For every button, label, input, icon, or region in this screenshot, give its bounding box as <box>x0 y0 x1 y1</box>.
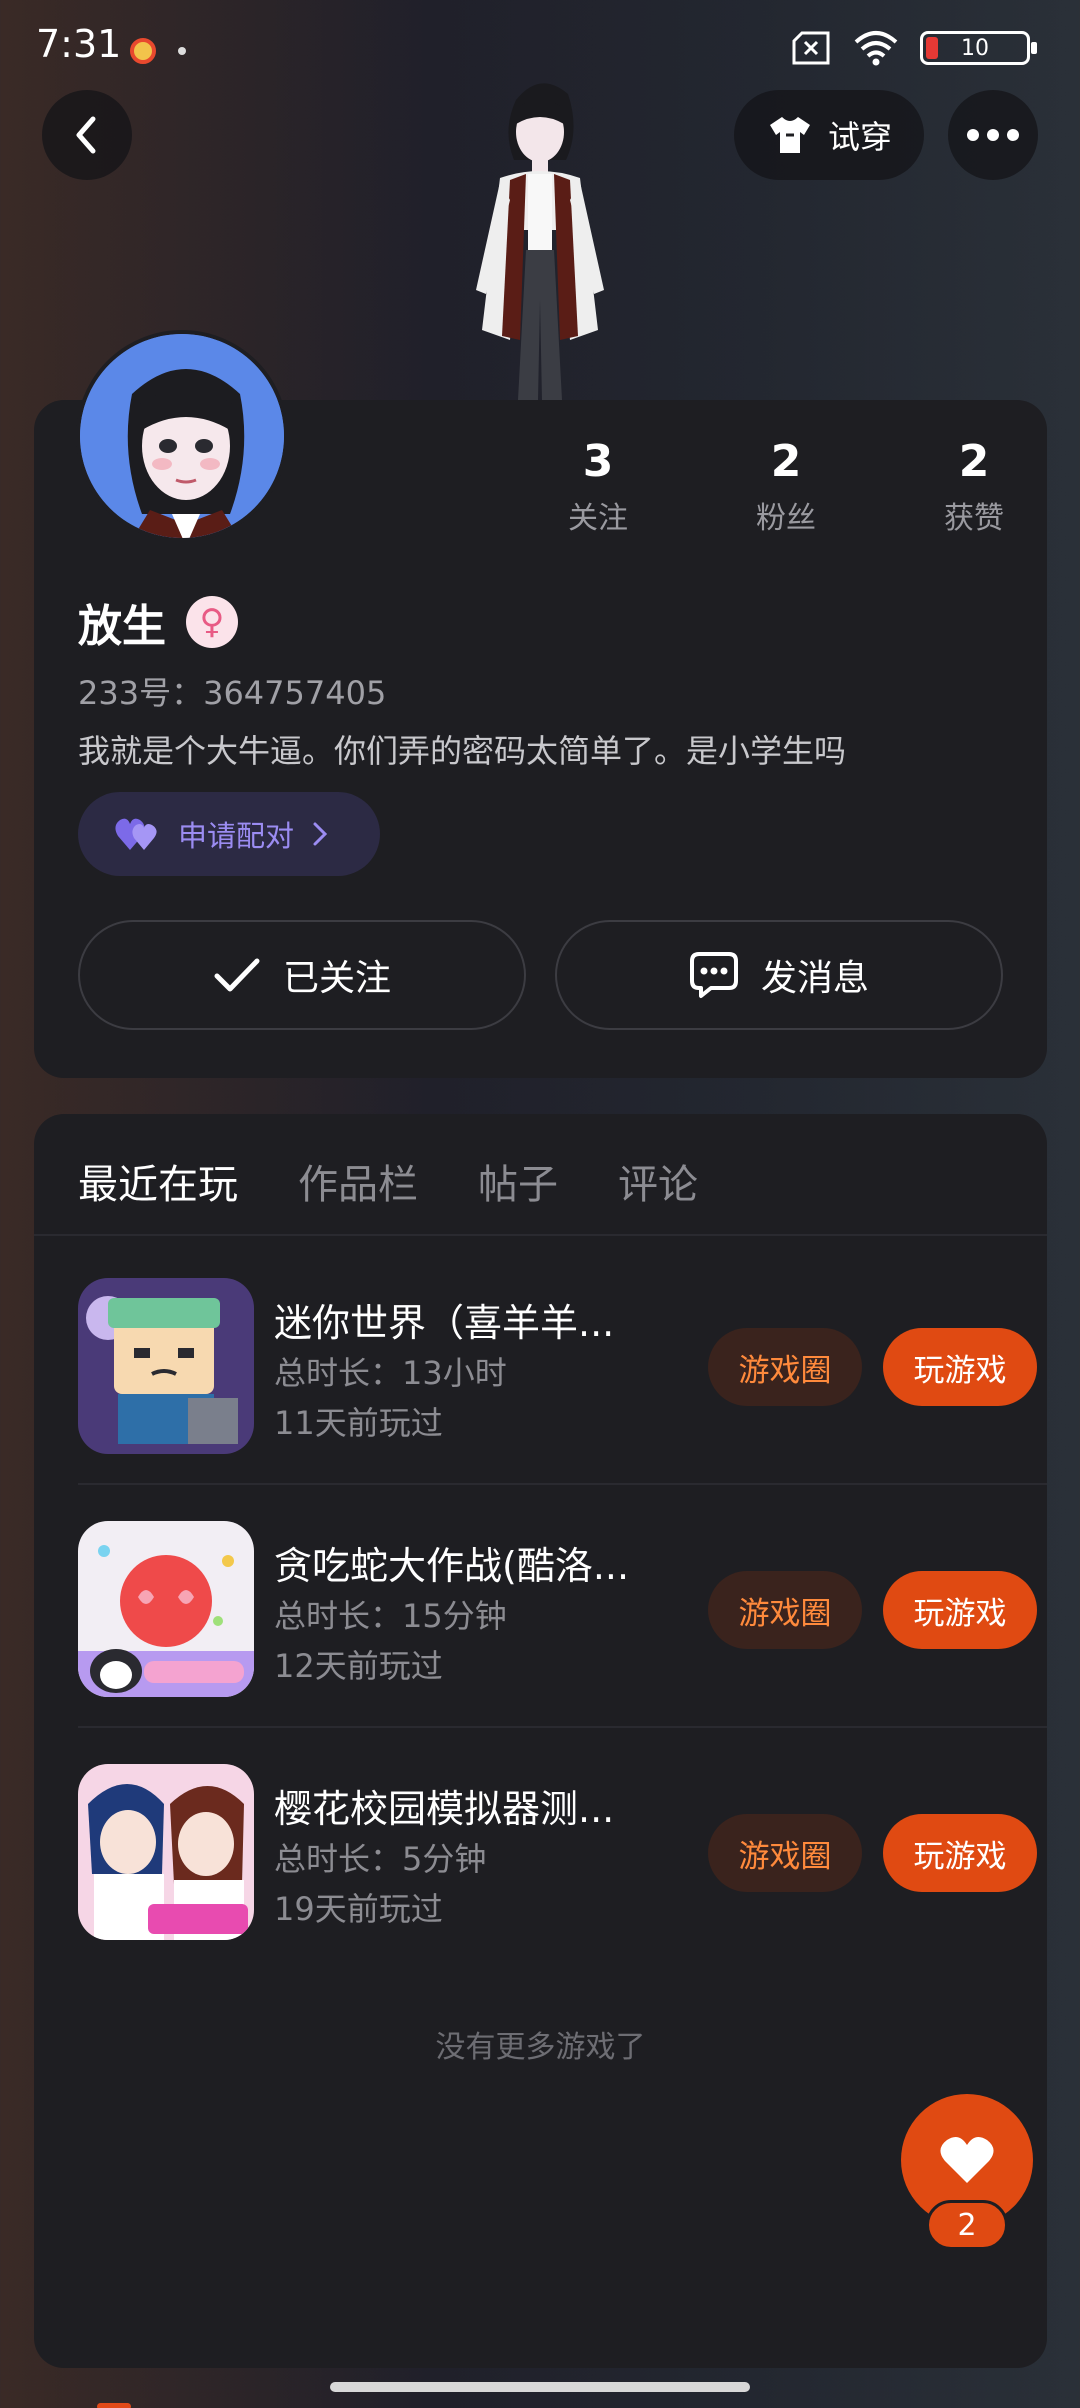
no-more-games: 没有更多游戏了 <box>435 2030 646 2065</box>
stat-likes[interactable]: 2 获赞 <box>880 436 1068 537</box>
game-duration: 总时长：5分钟 <box>274 1840 487 1878</box>
game-row[interactable]: 迷你世界（喜羊羊... 总时长：13小时 11天前玩过 游戏圈 玩游戏 <box>78 1242 1047 1485</box>
check-icon <box>214 958 260 992</box>
game-last-played: 19天前玩过 <box>274 1890 443 1928</box>
no-sim-icon <box>792 31 830 65</box>
profile-avatar[interactable] <box>76 330 288 542</box>
wifi-icon <box>854 31 898 66</box>
tab-comments[interactable]: 评论 <box>618 1152 698 1210</box>
sakura-school-game-art <box>78 1764 254 1940</box>
user-bio: 我就是个大牛逼。你们弄的密码太简单了。是小学生吗 <box>78 732 847 770</box>
mini-world-game-art <box>78 1278 254 1454</box>
notification-dot-icon <box>178 47 186 55</box>
tab-active-indicator <box>97 2403 131 2408</box>
game-circle-button[interactable]: 游戏圈 <box>708 1814 862 1892</box>
avatar-portrait <box>80 334 284 538</box>
stat-value: 3 <box>582 436 614 487</box>
message-button[interactable]: 发消息 <box>555 920 1003 1030</box>
heart-pair-icon <box>115 818 157 850</box>
followed-button[interactable]: 已关注 <box>78 920 526 1030</box>
game-circle-button[interactable]: 游戏圈 <box>708 1571 862 1649</box>
games-card: 最近在玩 作品栏 帖子 评论 迷你世界（喜羊羊... 总时长：13小时 11天前… <box>34 1114 1047 2408</box>
notification-app-icon <box>130 38 156 64</box>
game-title: 贪吃蛇大作战(酷洛... <box>274 1544 630 1588</box>
profile-card: 3 关注 2 粉丝 2 获赞 放生 ♀ 233号：364757405 我就是个大… <box>34 330 1047 1078</box>
game-row[interactable]: 樱花校园模拟器测... 总时长：5分钟 19天前玩过 游戏圈 玩游戏 <box>78 1728 1047 1971</box>
username: 放生 <box>78 601 166 652</box>
battery-level: 10 <box>961 35 989 61</box>
stat-label: 粉丝 <box>756 501 816 536</box>
stat-followers[interactable]: 2 粉丝 <box>692 436 880 537</box>
match-request-button[interactable]: 申请配对 <box>78 792 380 876</box>
back-button[interactable] <box>42 90 132 180</box>
snake-game-art <box>78 1521 254 1697</box>
stat-label: 关注 <box>568 501 628 536</box>
username-row: 放生 ♀ <box>78 590 238 654</box>
shirt-icon <box>769 117 810 153</box>
heart-icon <box>940 2136 994 2183</box>
game-last-played: 12天前玩过 <box>274 1647 443 1685</box>
chevron-left-icon <box>76 116 96 154</box>
play-game-button[interactable]: 玩游戏 <box>883 1814 1037 1892</box>
game-duration: 总时长：13小时 <box>274 1354 507 1392</box>
play-game-button[interactable]: 玩游戏 <box>883 1328 1037 1406</box>
game-icon[interactable] <box>78 1278 254 1454</box>
stat-following[interactable]: 3 关注 <box>504 436 692 537</box>
chevron-right-icon <box>313 822 328 846</box>
game-icon[interactable] <box>78 1764 254 1940</box>
try-on-label: 试穿 <box>827 118 892 156</box>
home-indicator[interactable] <box>330 2382 750 2392</box>
try-on-button[interactable]: 试穿 <box>734 90 924 180</box>
game-duration: 总时长：15分钟 <box>274 1597 507 1635</box>
tab-bar: 最近在玩 作品栏 帖子 评论 <box>78 1152 698 1210</box>
more-button[interactable] <box>948 90 1038 180</box>
tab-recently-played[interactable]: 最近在玩 <box>78 1152 238 1210</box>
chat-bubble-icon <box>689 952 738 998</box>
game-row[interactable]: 贪吃蛇大作战(酷洛... 总时长：15分钟 12天前玩过 游戏圈 玩游戏 <box>78 1485 1047 1728</box>
tab-posts[interactable]: 帖子 <box>478 1152 558 1210</box>
tabs-divider <box>34 1234 1047 1236</box>
more-icon <box>967 129 1019 141</box>
game-last-played: 11天前玩过 <box>274 1404 443 1442</box>
stat-value: 2 <box>958 436 990 487</box>
stat-label: 获赞 <box>944 501 1004 536</box>
stats-row: 3 关注 2 粉丝 2 获赞 <box>504 436 1068 537</box>
game-title: 迷你世界（喜羊羊... <box>274 1301 615 1345</box>
play-game-button[interactable]: 玩游戏 <box>883 1571 1037 1649</box>
status-time: 7:31 <box>36 22 122 66</box>
followed-label: 已关注 <box>282 958 391 999</box>
game-circle-button[interactable]: 游戏圈 <box>708 1328 862 1406</box>
battery-icon: 10 <box>920 31 1037 65</box>
message-label: 发消息 <box>760 958 869 999</box>
stat-value: 2 <box>770 436 802 487</box>
tab-works[interactable]: 作品栏 <box>298 1152 418 1210</box>
match-label: 申请配对 <box>178 819 295 853</box>
user-id: 233号：364757405 <box>78 674 387 712</box>
game-icon[interactable] <box>78 1521 254 1697</box>
female-icon: ♀ <box>186 596 238 648</box>
game-title: 樱花校园模拟器测... <box>274 1787 615 1831</box>
like-count-badge: 2 <box>926 2200 1008 2250</box>
avatar-3d-figure[interactable] <box>430 70 650 400</box>
